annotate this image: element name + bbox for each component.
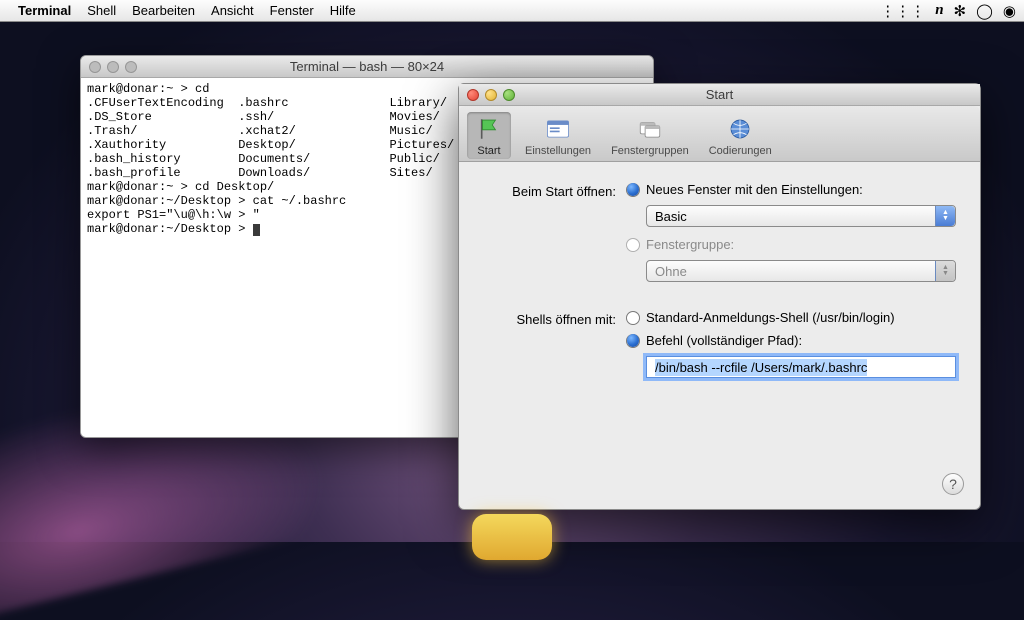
menu-extra-icon[interactable]: ⋮⋮⋮	[880, 2, 925, 20]
menu-shell[interactable]: Shell	[87, 3, 116, 18]
menu-extras: ⋮⋮⋮ n ✻ ◯ ◉	[880, 2, 1016, 20]
toolbar-label: Einstellungen	[525, 145, 591, 157]
menu-edit[interactable]: Bearbeiten	[132, 3, 195, 18]
toolbar-label: Start	[477, 145, 500, 157]
radio-command-label: Befehl (vollständiger Pfad):	[646, 333, 802, 348]
group-popup: Ohne ▲▼	[646, 260, 956, 282]
popup-arrows-icon: ▲▼	[935, 261, 955, 281]
menu-app[interactable]: Terminal	[18, 3, 71, 18]
command-path-value: /bin/bash --rcfile /Users/mark/.bashrc	[655, 359, 867, 376]
start-open-label: Beim Start öffnen:	[483, 182, 626, 199]
menu-view[interactable]: Ansicht	[211, 3, 254, 18]
radio-new-window-line[interactable]: Neues Fenster mit den Einstellungen:	[626, 182, 956, 197]
toolbar-start[interactable]: Start	[467, 112, 511, 159]
radio-login-shell-line[interactable]: Standard-Anmeldungs-Shell (/usr/bin/logi…	[626, 310, 956, 325]
menu-extra-icon[interactable]: ◯	[976, 2, 993, 20]
flag-icon	[473, 115, 505, 143]
toolbar-fenstergruppen[interactable]: Fenstergruppen	[605, 112, 695, 159]
menu-extra-icon[interactable]: ✻	[954, 2, 967, 20]
shells-open-label: Shells öffnen mit:	[483, 310, 626, 327]
radio-new-window-label: Neues Fenster mit den Einstellungen:	[646, 182, 863, 197]
prefs-body: Beim Start öffnen: Neues Fenster mit den…	[459, 162, 980, 426]
toolbar-label: Fenstergruppen	[611, 145, 689, 157]
prefs-title: Start	[459, 87, 980, 102]
globe-icon	[724, 115, 756, 143]
menu-extra-icon[interactable]: n	[935, 2, 943, 19]
group-popup-value: Ohne	[655, 264, 687, 279]
radio-login-shell[interactable]	[626, 311, 640, 325]
window-groups-icon	[634, 115, 666, 143]
radio-new-window[interactable]	[626, 183, 640, 197]
menubar: Terminal Shell Bearbeiten Ansicht Fenste…	[0, 0, 1024, 22]
menu-extra-icon[interactable]: ◉	[1003, 2, 1016, 20]
command-path-field[interactable]: /bin/bash --rcfile /Users/mark/.bashrc	[646, 356, 956, 378]
toolbar-einstellungen[interactable]: Einstellungen	[519, 112, 597, 159]
prefs-titlebar[interactable]: Start	[459, 84, 980, 106]
dock-item[interactable]	[472, 514, 552, 560]
radio-fenstergruppe-line: Fenstergruppe:	[626, 237, 956, 252]
terminal-titlebar[interactable]: Terminal — bash — 80×24	[81, 56, 653, 78]
radio-login-shell-label: Standard-Anmeldungs-Shell (/usr/bin/logi…	[646, 310, 895, 325]
preferences-window: Start Start Einstellungen Fenstergruppen…	[458, 83, 981, 510]
radio-fenstergruppe-label: Fenstergruppe:	[646, 237, 734, 252]
terminal-cursor	[253, 224, 260, 236]
menu-window[interactable]: Fenster	[270, 3, 314, 18]
popup-arrows-icon: ▲▼	[935, 206, 955, 226]
help-button[interactable]: ?	[942, 473, 964, 495]
settings-popup-value: Basic	[655, 209, 687, 224]
radio-command-line[interactable]: Befehl (vollständiger Pfad):	[626, 333, 956, 348]
settings-popup[interactable]: Basic ▲▼	[646, 205, 956, 227]
toolbar-codierungen[interactable]: Codierungen	[703, 112, 778, 159]
settings-window-icon	[542, 115, 574, 143]
radio-fenstergruppe	[626, 238, 640, 252]
toolbar-label: Codierungen	[709, 145, 772, 157]
terminal-text: mark@donar:~ > cd .CFUserTextEncoding .b…	[87, 82, 454, 236]
prefs-toolbar: Start Einstellungen Fenstergruppen Codie…	[459, 106, 980, 162]
radio-command[interactable]	[626, 334, 640, 348]
terminal-title: Terminal — bash — 80×24	[81, 59, 653, 74]
menu-help[interactable]: Hilfe	[330, 3, 356, 18]
